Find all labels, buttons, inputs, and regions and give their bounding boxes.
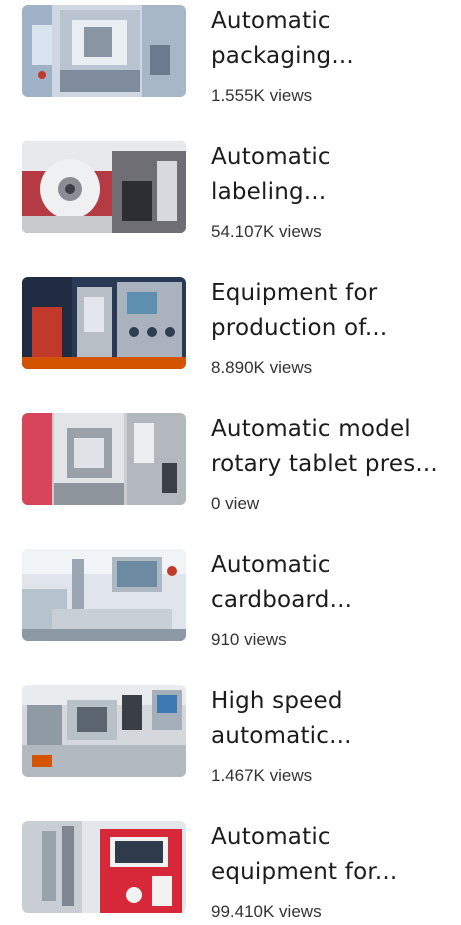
video-title[interactable]: Automatic cardboard... [211, 548, 451, 618]
video-item[interactable]: Automatic equipment for... 99.410K views [0, 816, 461, 921]
video-item[interactable]: Equipment for production of... 8.890K vi… [0, 272, 461, 377]
video-thumbnail[interactable] [22, 549, 186, 641]
video-title-line: Automatic [211, 144, 331, 170]
video-list: Automatic packaging... 1.555K views Auto… [0, 0, 461, 925]
video-thumbnail[interactable] [22, 821, 186, 913]
video-title[interactable]: Automatic labeling... [211, 140, 451, 210]
video-title-line: automatic... [211, 723, 352, 749]
video-title-line: packaging... [211, 43, 354, 69]
video-thumbnail[interactable] [22, 141, 186, 233]
video-thumbnail[interactable] [22, 277, 186, 369]
video-title-line: labeling... [211, 179, 327, 205]
video-title-line: High speed [211, 688, 343, 714]
video-item[interactable]: Automatic packaging... 1.555K views [0, 0, 461, 105]
view-count: 1.467K views [211, 766, 313, 785]
view-count: 910 views [211, 630, 287, 649]
labeling-machine-thumbnail-icon [22, 141, 186, 233]
view-count: 8.890K views [211, 358, 313, 377]
video-title[interactable]: Automatic equipment for... [211, 820, 451, 890]
video-title[interactable]: Automatic packaging... [211, 4, 451, 74]
view-count: 54.107K views [211, 222, 322, 241]
automatic-equipment-thumbnail-icon [22, 821, 186, 913]
video-title-line: Automatic [211, 552, 331, 578]
video-item[interactable]: Automatic cardboard... 910 views [0, 544, 461, 649]
video-thumbnail[interactable] [22, 685, 186, 777]
packaging-machine-thumbnail-icon [22, 5, 186, 97]
high-speed-machine-thumbnail-icon [22, 685, 186, 777]
video-item[interactable]: Automatic labeling... 54.107K views [0, 136, 461, 241]
video-title-line: rotary tablet pres... [211, 451, 438, 477]
video-title[interactable]: Automatic model rotary tablet pres... [211, 412, 451, 482]
video-title-line: Automatic [211, 8, 331, 34]
view-count: 1.555K views [211, 86, 313, 105]
tablet-press-thumbnail-icon [22, 413, 186, 505]
view-count: 99.410K views [211, 902, 322, 921]
video-title[interactable]: Equipment for production of... [211, 276, 451, 346]
video-title-line: production of... [211, 315, 388, 341]
video-title-line: Automatic [211, 824, 331, 850]
view-count: 0 view [211, 494, 260, 513]
video-title-line: equipment for... [211, 859, 398, 885]
video-title-line: Equipment for [211, 280, 378, 306]
video-thumbnail[interactable] [22, 413, 186, 505]
video-thumbnail[interactable] [22, 5, 186, 97]
video-item[interactable]: High speed automatic... 1.467K views [0, 680, 461, 785]
cardboard-machine-thumbnail-icon [22, 549, 186, 641]
video-title-line: cardboard... [211, 587, 353, 613]
production-equipment-thumbnail-icon [22, 277, 186, 369]
video-title-line: Automatic model [211, 416, 411, 442]
video-title[interactable]: High speed automatic... [211, 684, 451, 754]
video-item[interactable]: Automatic model rotary tablet pres... 0 … [0, 408, 461, 513]
